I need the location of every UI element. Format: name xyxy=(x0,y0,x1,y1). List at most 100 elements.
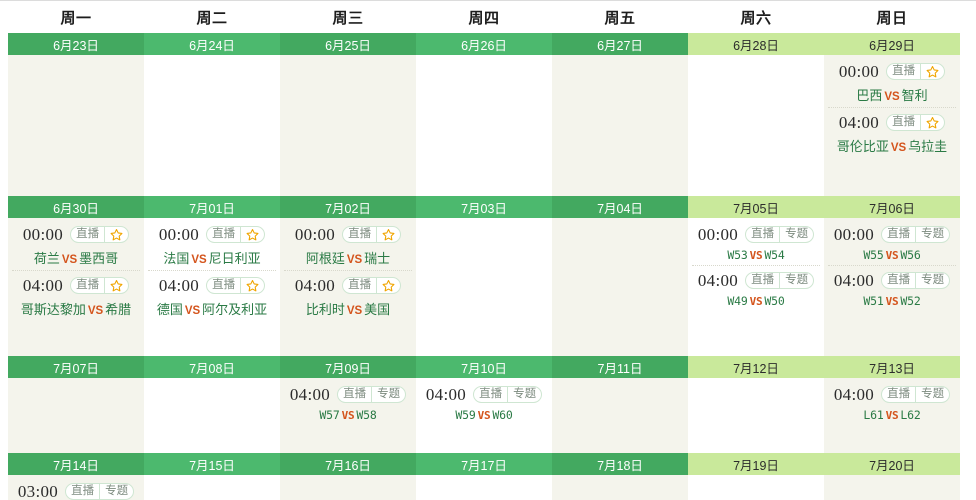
day-cell xyxy=(688,55,824,196)
topic-link[interactable]: 专题 xyxy=(915,227,949,242)
live-link[interactable]: 直播 xyxy=(207,278,240,293)
home-team: W49 xyxy=(727,294,748,308)
date-label: 6月30日 xyxy=(8,196,144,218)
date-label: 7月02日 xyxy=(280,196,416,218)
home-team: 法国 xyxy=(163,251,190,266)
topic-link[interactable]: 专题 xyxy=(915,387,949,402)
match-entry[interactable]: 04:00 直播 哥伦比亚 VS 乌拉圭 xyxy=(828,107,956,158)
home-team: W51 xyxy=(863,294,884,308)
live-link[interactable]: 直播 xyxy=(887,115,920,130)
vs-separator: VS xyxy=(885,409,899,422)
date-label: 7月01日 xyxy=(144,196,280,218)
topic-link[interactable]: 专题 xyxy=(99,484,133,499)
away-team: 阿尔及利亚 xyxy=(202,302,268,317)
live-link[interactable]: 直播 xyxy=(338,387,371,402)
live-link[interactable]: 直播 xyxy=(474,387,507,402)
star-icon[interactable] xyxy=(926,65,939,78)
favorite-button[interactable] xyxy=(376,227,400,242)
star-icon[interactable] xyxy=(382,228,395,241)
star-icon[interactable] xyxy=(110,279,123,292)
day-of-week-label: 周五 xyxy=(604,9,636,27)
match-teams: 阿根廷 VS 瑞士 xyxy=(284,248,412,267)
star-icon[interactable] xyxy=(926,116,939,129)
star-icon[interactable] xyxy=(246,279,259,292)
match-entry[interactable]: 04:00 直播 专题 L61 VS L62 xyxy=(828,384,956,425)
match-entry[interactable]: 00:00 直播 专题 W55 VS W56 xyxy=(828,224,956,265)
live-link[interactable]: 直播 xyxy=(207,227,240,242)
topic-link[interactable]: 专题 xyxy=(507,387,541,402)
favorite-button[interactable] xyxy=(376,278,400,293)
live-link[interactable]: 直播 xyxy=(343,227,376,242)
match-teams: W49 VS W50 xyxy=(692,294,820,308)
match-actions: 直播 专题 xyxy=(881,226,951,243)
topic-link[interactable]: 专题 xyxy=(779,227,813,242)
match-entry[interactable]: 04:00 直播 专题 W49 VS W50 xyxy=(692,265,820,311)
match-teams: W51 VS W52 xyxy=(828,294,956,308)
favorite-button[interactable] xyxy=(104,278,128,293)
favorite-button[interactable] xyxy=(104,227,128,242)
day-of-week-label: 周日 xyxy=(876,9,908,27)
home-team: L61 xyxy=(863,408,884,422)
day-cell: 00:00 直播 专题 W53 VS W54 04:00 直播 专题 W49 VS W50 xyxy=(688,218,824,356)
favorite-button[interactable] xyxy=(920,64,944,79)
match-entry[interactable]: 00:00 直播 巴西 VS 智利 xyxy=(828,61,956,107)
match-entry[interactable]: 00:00 直播 荷兰 VS 墨西哥 xyxy=(12,224,140,270)
live-link[interactable]: 直播 xyxy=(746,227,779,242)
live-link[interactable]: 直播 xyxy=(746,273,779,288)
away-team: 乌拉圭 xyxy=(908,139,948,154)
match-entry[interactable]: 00:00 直播 阿根廷 VS 瑞士 xyxy=(284,224,412,270)
date-label: 7月18日 xyxy=(552,453,688,475)
match-header: 00:00 直播 xyxy=(284,226,412,243)
home-team: 比利时 xyxy=(305,302,345,317)
day-of-week-label: 周四 xyxy=(468,9,500,27)
match-actions: 直播 xyxy=(886,114,946,131)
topic-link[interactable]: 专题 xyxy=(915,273,949,288)
star-icon[interactable] xyxy=(110,228,123,241)
match-entry[interactable]: 04:00 直播 比利时 VS 美国 xyxy=(284,270,412,321)
date-label: 7月13日 xyxy=(824,356,960,378)
live-link[interactable]: 直播 xyxy=(343,278,376,293)
away-team: 瑞士 xyxy=(364,251,391,266)
vs-separator: VS xyxy=(749,249,763,262)
date-label: 7月10日 xyxy=(416,356,552,378)
match-entry[interactable]: 04:00 直播 专题 W51 VS W52 xyxy=(828,265,956,311)
match-entry[interactable]: 04:00 直播 专题 W57 VS W58 xyxy=(284,384,412,425)
match-time: 00:00 xyxy=(838,62,880,81)
week-row: 7月14日 7月15日 7月16日 7月17日 7月18日 7月19日 7月20日 03:00… xyxy=(8,453,960,500)
day-of-week-header-row: 周一 周二 周三 周四 周五 周六 周日 xyxy=(8,1,960,33)
live-link[interactable]: 直播 xyxy=(71,227,104,242)
live-link[interactable]: 直播 xyxy=(882,387,915,402)
home-team: W53 xyxy=(727,248,748,262)
day-cell xyxy=(8,55,144,196)
live-link[interactable]: 直播 xyxy=(66,484,99,499)
day-cell: 00:00 直播 专题 W55 VS W56 04:00 直播 专题 W51 VS W52 xyxy=(824,218,960,356)
favorite-button[interactable] xyxy=(240,227,264,242)
day-cell xyxy=(552,378,688,453)
live-link[interactable]: 直播 xyxy=(887,64,920,79)
match-time: 04:00 xyxy=(289,385,331,404)
day-cell xyxy=(416,218,552,356)
live-link[interactable]: 直播 xyxy=(882,227,915,242)
date-header-row: 7月14日 7月15日 7月16日 7月17日 7月18日 7月19日 7月20日 xyxy=(8,453,960,475)
match-entry[interactable]: 00:00 直播 专题 W53 VS W54 xyxy=(692,224,820,265)
match-entry[interactable]: 04:00 直播 哥斯达黎加 VS 希腊 xyxy=(12,270,140,321)
favorite-button[interactable] xyxy=(920,115,944,130)
match-entry[interactable]: 04:00 直播 专题 W59 VS W60 xyxy=(420,384,548,425)
vs-separator: VS xyxy=(341,409,355,422)
match-entry[interactable]: 00:00 直播 法国 VS 尼日利亚 xyxy=(148,224,276,270)
star-icon[interactable] xyxy=(382,279,395,292)
match-entry[interactable]: 03:00直播专题W61VSW62 xyxy=(12,481,140,500)
day-cell xyxy=(144,55,280,196)
date-label: 7月04日 xyxy=(552,196,688,218)
live-link[interactable]: 直播 xyxy=(882,273,915,288)
star-icon[interactable] xyxy=(246,228,259,241)
favorite-button[interactable] xyxy=(240,278,264,293)
day-cell xyxy=(416,55,552,196)
match-entry[interactable]: 04:00 直播 德国 VS 阿尔及利亚 xyxy=(148,270,276,321)
topic-link[interactable]: 专题 xyxy=(779,273,813,288)
match-time: 04:00 xyxy=(425,385,467,404)
topic-link[interactable]: 专题 xyxy=(371,387,405,402)
live-link[interactable]: 直播 xyxy=(71,278,104,293)
match-time: 04:00 xyxy=(833,271,875,290)
home-team: W55 xyxy=(863,248,884,262)
